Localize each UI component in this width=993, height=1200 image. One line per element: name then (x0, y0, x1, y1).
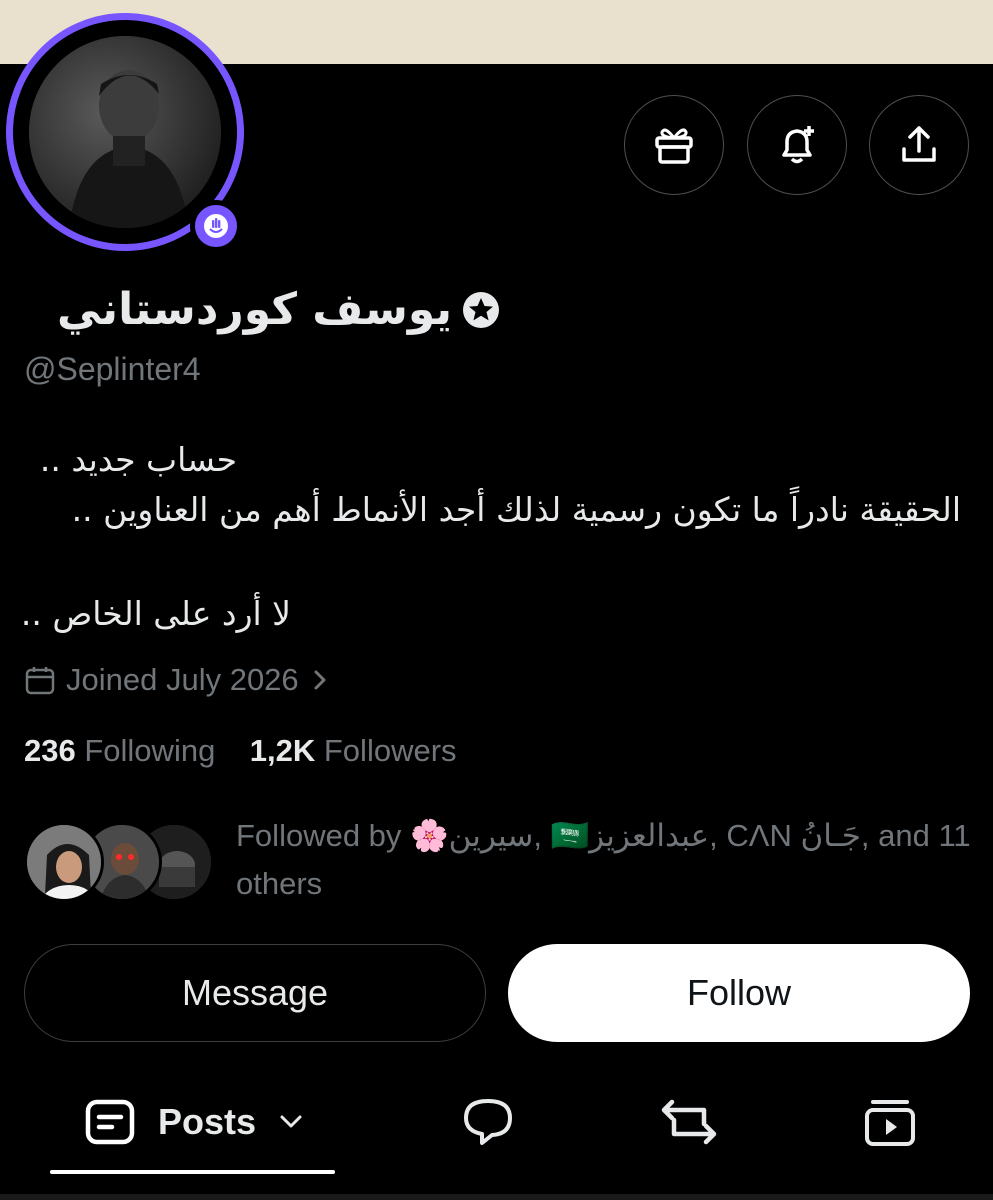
avatar[interactable] (29, 36, 221, 228)
followed-by-text[interactable]: Followed by 🌸سيرين, 🇸🇦عبدالعزيز, CΛN جَـ… (236, 812, 976, 908)
bio-line: لا أرد على الخاص .. (20, 594, 291, 633)
notify-button[interactable] (747, 95, 847, 195)
chevron-down-icon[interactable] (274, 1105, 308, 1139)
gift-icon (655, 128, 693, 164)
share-button[interactable] (869, 95, 969, 195)
tab-active-indicator (50, 1170, 335, 1174)
bio-line: الحقيقة نادراً ما تكون رسمية لذلك أجد ال… (71, 490, 961, 529)
calendar-icon (25, 667, 55, 695)
followed-by-avatars[interactable] (24, 822, 214, 902)
profile-name-row: يوسف كوردستاني (57, 284, 500, 335)
verified-star-icon[interactable] (462, 291, 500, 329)
following-link[interactable]: 236 Following (24, 733, 215, 768)
joined-date[interactable]: Joined July 2026 (24, 662, 331, 698)
joined-text: Joined July 2026 (66, 662, 299, 697)
tab-bar-divider (0, 1194, 993, 1200)
avatar (24, 822, 104, 902)
tab-media[interactable] (862, 1090, 918, 1154)
tab-posts-label: Posts (158, 1101, 257, 1142)
reply-icon (464, 1099, 512, 1145)
followers-label: Followers (323, 733, 457, 768)
media-icon (865, 1100, 915, 1146)
share-icon (902, 126, 936, 162)
bio-line: حساب جديد .. (39, 440, 237, 479)
profile-handle: @Seplinter4 (24, 351, 201, 387)
chevron-right-icon (314, 670, 326, 690)
posts-icon (85, 1099, 135, 1145)
bell-plus-icon (782, 126, 814, 164)
following-count: 236 (24, 733, 76, 768)
followers-link[interactable]: 1,2K Followers (250, 733, 457, 768)
message-button[interactable]: Message (24, 944, 486, 1042)
follow-button[interactable]: Follow (508, 944, 970, 1042)
gift-button[interactable] (624, 95, 724, 195)
followers-count: 1,2K (249, 733, 316, 768)
display-name: يوسف كوردستاني (57, 284, 452, 335)
spaces-icon (204, 214, 228, 238)
spaces-badge[interactable] (190, 200, 242, 252)
following-label: Following (84, 733, 216, 768)
tab-replies[interactable] (460, 1090, 516, 1154)
follow-stats: 236 Following 1,2K Followers (24, 733, 457, 769)
tab-reposts[interactable] (658, 1090, 720, 1154)
repost-icon (661, 1099, 717, 1145)
tab-posts[interactable]: Posts (84, 1090, 308, 1154)
